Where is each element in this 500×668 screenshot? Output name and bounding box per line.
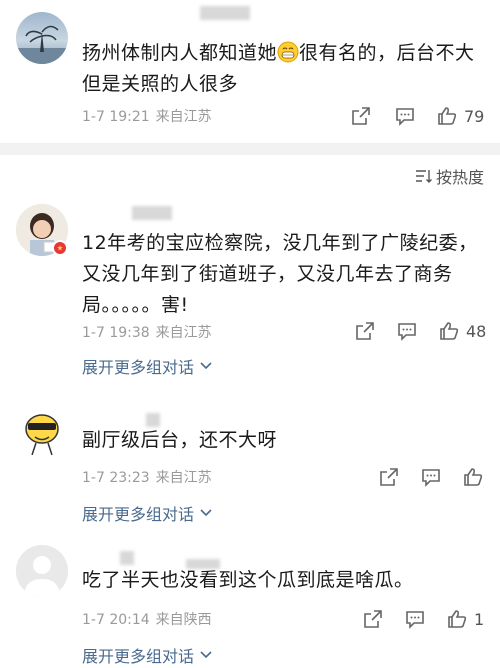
comment-actions: 79	[350, 102, 500, 130]
location: 来自江苏	[155, 325, 212, 341]
expand-thread-link[interactable]: 展开更多组对话	[82, 354, 212, 378]
sort-icon	[415, 170, 432, 183]
cartoon-face-icon	[25, 414, 59, 456]
location: 来自江苏	[155, 470, 212, 486]
thumbs-up-icon	[440, 322, 459, 340]
expand-thread-link[interactable]: 展开更多组对话	[82, 501, 212, 525]
comment-icon	[422, 469, 440, 487]
share-icon	[356, 322, 374, 340]
location: 来自陕西	[155, 612, 212, 628]
comment-meta: 1-7 23:23 来自江苏	[82, 467, 212, 487]
chevron-down-icon	[200, 651, 212, 659]
share-button[interactable]	[354, 317, 376, 345]
comment-actions: 1	[362, 605, 500, 633]
comment-text: 吃了半天也没看到这个瓜到底是啥瓜。	[82, 569, 414, 591]
like-count: 48	[466, 321, 487, 341]
comment-icon	[406, 611, 424, 629]
comment-meta: 1-7 19:38 来自江苏	[82, 322, 212, 342]
share-icon	[380, 468, 398, 486]
timestamp: 1-7 19:21	[82, 109, 150, 125]
grin-emoji-icon	[277, 41, 299, 63]
sort-toggle[interactable]: 按热度	[414, 164, 484, 188]
like-button[interactable]: 48	[438, 317, 486, 345]
reply-button[interactable]	[396, 317, 418, 345]
timestamp: 1-7 20:14	[82, 612, 150, 628]
comment-1: 扬州体制内人都知道她 很有名的，后台不大但是关照的人很多 1-7 19:21 来自江…	[0, 0, 500, 140]
default-avatar-icon	[16, 545, 68, 597]
comment-text: 扬州体制内人都知道她 很有名的，后台不大但是关照的人很多	[82, 41, 475, 95]
comment-meta: 1-7 19:21 来自江苏	[82, 106, 212, 126]
username[interactable]	[200, 6, 250, 20]
reply-button[interactable]	[420, 463, 442, 491]
comment-icon	[396, 108, 414, 126]
avatar[interactable]	[16, 405, 68, 457]
expand-thread-link[interactable]: 展开更多组对话	[82, 643, 212, 667]
avatar[interactable]	[16, 12, 68, 64]
reply-button[interactable]	[404, 605, 426, 633]
comment-icon	[398, 323, 416, 341]
timestamp: 1-7 23:23	[82, 470, 150, 486]
comment-actions: 48	[354, 317, 500, 345]
like-count: 79	[464, 106, 485, 126]
expand-label: 展开更多组对话	[82, 647, 195, 666]
like-button[interactable]: 79	[436, 102, 484, 130]
comment-3: 副厅级后台，还不大呀 1-7 23:23 来自江苏 展开更多组对话	[0, 405, 500, 530]
avatar[interactable]	[16, 545, 68, 597]
comment-actions	[378, 463, 500, 491]
comment-text: 副厅级后台，还不大呀	[82, 429, 278, 451]
location: 来自江苏	[155, 109, 212, 125]
share-button[interactable]	[350, 102, 372, 130]
sort-label: 按热度	[435, 168, 484, 187]
comment-text: 12年考的宝应检察院，没几年到了广陵纪委，又没几年到了街道班子，又没几年去了商务…	[82, 232, 478, 316]
like-count: 1	[474, 609, 485, 629]
share-icon	[352, 107, 370, 125]
thumbs-up-icon	[464, 468, 483, 486]
comment-2: 12年考的宝应检察院，没几年到了广陵纪委，又没几年到了街道班子，又没几年去了商务…	[0, 196, 500, 386]
share-button[interactable]	[362, 605, 384, 633]
share-button[interactable]	[378, 463, 400, 491]
comment-4: 吃了半天也没看到这个瓜到底是啥瓜。 1-7 20:14 来自陕西 1 展开更多组对…	[0, 545, 500, 668]
expand-label: 展开更多组对话	[82, 358, 195, 377]
tree-icon	[16, 25, 68, 64]
timestamp: 1-7 19:38	[82, 325, 150, 341]
expand-label: 展开更多组对话	[82, 505, 195, 524]
share-icon	[364, 610, 382, 628]
verified-badge-icon	[52, 240, 68, 256]
like-button[interactable]	[462, 463, 490, 491]
username[interactable]	[120, 551, 134, 565]
section-divider	[0, 143, 500, 155]
comment-meta: 1-7 20:14 来自陕西	[82, 609, 212, 629]
chevron-down-icon	[200, 362, 212, 370]
like-button[interactable]: 1	[446, 605, 484, 633]
reply-button[interactable]	[394, 102, 416, 130]
chevron-down-icon	[200, 509, 212, 517]
thumbs-up-icon	[438, 107, 457, 125]
thumbs-up-icon	[448, 610, 467, 628]
username[interactable]	[132, 206, 172, 220]
